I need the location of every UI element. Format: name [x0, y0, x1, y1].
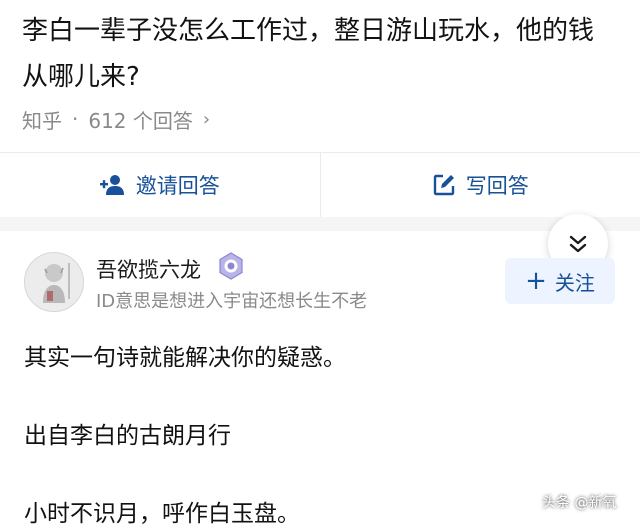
write-answer-button[interactable]: 写回答: [319, 153, 640, 217]
question-title: 李白一辈子没怎么工作过，整日游山玩水，他的钱从哪儿来?: [22, 16, 595, 92]
question-action-bar: 邀请回答 写回答: [0, 152, 640, 218]
source-watermark: 头条 @新氧: [542, 495, 617, 511]
avatar-image: [25, 253, 83, 311]
double-chevron-down-icon: [569, 235, 587, 253]
invite-answer-button[interactable]: 邀请回答: [0, 153, 320, 217]
author-name[interactable]: 吾欲揽六龙: [96, 254, 201, 284]
answer-paragraph: 其实一句诗就能解决你的疑惑。: [24, 345, 346, 371]
follow-button[interactable]: + 关注: [505, 258, 615, 304]
chevron-right-icon: ›: [202, 108, 211, 130]
creator-badge-icon: [217, 252, 245, 280]
author-bio: ID意思是想进入宇宙还想长生不老: [96, 291, 368, 312]
section-divider: [0, 217, 640, 231]
meta-separator: ·: [72, 107, 79, 131]
add-person-icon: [99, 175, 124, 195]
source-label: 知乎: [22, 108, 62, 133]
plus-icon: +: [525, 266, 547, 296]
answer-count: 612 个回答: [88, 108, 193, 133]
follow-label: 关注: [554, 270, 595, 295]
edit-icon: [433, 174, 454, 196]
answer-paragraph: 出自李白的古朗月行: [24, 423, 231, 449]
answer-paragraph: 小时不识月，呼作白玉盘。: [24, 501, 300, 527]
question-meta[interactable]: 知乎 · 612 个回答 ›: [22, 104, 210, 134]
author-avatar[interactable]: [24, 252, 84, 312]
write-answer-label: 写回答: [465, 174, 529, 198]
invite-answer-label: 邀请回答: [135, 174, 220, 198]
